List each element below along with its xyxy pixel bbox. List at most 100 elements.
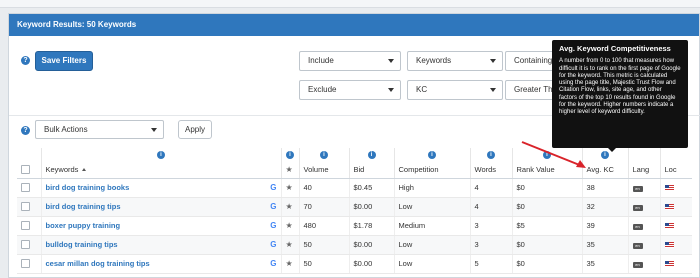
save-filters-button[interactable]: Save Filters (35, 51, 93, 71)
col-star: i ★ (280, 148, 299, 179)
table-cell: ★ (280, 178, 299, 198)
star-icon: ★ (285, 164, 293, 174)
row-checkbox[interactable] (21, 183, 30, 193)
table-row[interactable]: boxer puppy training G ★ 480 $1.78 Medium 3 $5 3… (17, 216, 692, 236)
table-cell (659, 216, 692, 236)
table-cell (17, 235, 41, 255)
col-bid-label: Bid (353, 164, 365, 174)
exclude-select[interactable]: Exclude (299, 80, 401, 100)
table-cell: bird dog training tips G (40, 197, 281, 217)
chevron-down-icon (388, 88, 394, 92)
info-icon[interactable]: i (320, 151, 328, 159)
language-badge: en (632, 262, 643, 268)
table-cell (17, 254, 41, 274)
table-cell (659, 178, 692, 198)
help-question-icon[interactable]: ? (21, 126, 30, 135)
language-badge: en (632, 224, 643, 230)
col-lang[interactable]: Lang (627, 148, 660, 179)
table-cell: bulldog training tips G (40, 235, 281, 255)
rank-value-cell: $0 (511, 197, 582, 217)
col-competition[interactable]: i Competition (393, 148, 470, 179)
star-icon[interactable]: ★ (286, 259, 293, 268)
competition-cell: Low (393, 197, 470, 217)
select-all-checkbox[interactable] (21, 164, 30, 174)
google-icon[interactable]: G (270, 183, 276, 192)
keyword-link[interactable]: boxer puppy training (46, 221, 121, 230)
tooltip-title: Avg. Keyword Competitiveness (559, 44, 671, 53)
operator-select[interactable]: Containing (505, 51, 557, 71)
table-cell (659, 235, 692, 255)
volume-cell: 50 (298, 235, 349, 255)
keyword-table: i Keywords i ★ i Volume i Bid i Competit… (17, 148, 692, 274)
google-icon[interactable]: G (270, 202, 276, 211)
table-cell (659, 254, 692, 274)
keyword-link[interactable]: bird dog training books (46, 183, 130, 192)
col-loc[interactable]: Loc (659, 148, 692, 179)
google-icon[interactable]: G (270, 221, 276, 230)
bid-cell: $1.78 (348, 216, 394, 236)
col-volume[interactable]: i Volume (298, 148, 349, 179)
col-keywords[interactable]: i Keywords (40, 148, 281, 179)
table-cell: en (627, 216, 660, 236)
us-flag-icon (664, 261, 674, 268)
table-cell: en (627, 178, 660, 198)
info-icon[interactable]: i (367, 151, 376, 159)
table-cell (659, 197, 692, 217)
include-select[interactable]: Include (299, 51, 401, 71)
keyword-link[interactable]: cesar millan dog training tips (46, 259, 150, 268)
table-row[interactable]: bird dog training books G ★ 40 $0.45 High 4 $0 3… (17, 178, 692, 198)
language-badge: en (632, 243, 643, 249)
info-icon[interactable]: i (601, 151, 609, 159)
competition-cell: Low (393, 254, 470, 274)
table-cell: en (627, 197, 660, 217)
table-cell: boxer puppy training G (40, 216, 281, 236)
words-cell: 3 (469, 235, 512, 255)
star-icon[interactable]: ★ (286, 202, 293, 211)
col-words[interactable]: i Words (469, 148, 512, 179)
avg-kc-cell: 38 (581, 178, 628, 198)
field-select-2[interactable]: KC (407, 80, 503, 100)
keyword-link[interactable]: bulldog training tips (46, 240, 118, 249)
help-question-icon[interactable]: ? (21, 56, 30, 65)
row-checkbox[interactable] (21, 202, 30, 212)
competition-cell: High (393, 178, 470, 198)
google-icon[interactable]: G (270, 240, 276, 249)
col-avg-kc-label: Avg. KC (586, 164, 614, 174)
table-cell: ★ (280, 216, 299, 236)
chevron-down-icon (490, 88, 496, 92)
table-cell (17, 197, 41, 217)
apply-button[interactable]: Apply (178, 120, 212, 139)
select-all-header (17, 148, 41, 179)
info-icon[interactable]: i (286, 151, 294, 159)
row-checkbox[interactable] (21, 240, 30, 250)
row-checkbox[interactable] (21, 221, 30, 231)
bid-cell: $0.00 (348, 197, 394, 217)
us-flag-icon (664, 223, 674, 230)
col-bid[interactable]: i Bid (348, 148, 394, 179)
avg-kc-cell: 35 (581, 235, 628, 255)
volume-cell: 70 (298, 197, 349, 217)
star-icon[interactable]: ★ (286, 240, 293, 249)
rank-value-cell: $0 (511, 254, 582, 274)
operator-select-2[interactable]: Greater Tha (505, 80, 557, 100)
star-icon[interactable]: ★ (286, 221, 293, 230)
words-cell: 4 (469, 197, 512, 217)
info-icon[interactable]: i (487, 151, 495, 159)
info-icon[interactable]: i (157, 151, 165, 159)
field-select[interactable]: Keywords (407, 51, 503, 71)
table-row[interactable]: bird dog training tips G ★ 70 $0.00 Low 4 $0 32 e… (17, 197, 692, 217)
row-checkbox[interactable] (21, 259, 30, 269)
star-icon[interactable]: ★ (286, 183, 293, 192)
chevron-down-icon (490, 59, 496, 63)
bulk-actions-select[interactable]: Bulk Actions (35, 120, 164, 139)
include-select-value: Include (308, 56, 334, 65)
col-lang-label: Lang (632, 164, 650, 174)
competition-cell: Medium (393, 216, 470, 236)
operator-select-2-value: Greater Tha (514, 85, 557, 94)
keyword-link[interactable]: bird dog training tips (46, 202, 121, 211)
sort-asc-icon (82, 168, 87, 172)
table-row[interactable]: bulldog training tips G ★ 50 $0.00 Low 3 $0 35 en (17, 235, 692, 255)
table-row[interactable]: cesar millan dog training tips G ★ 50 $0.00 L… (17, 254, 692, 274)
google-icon[interactable]: G (270, 259, 276, 268)
info-icon[interactable]: i (428, 151, 436, 159)
